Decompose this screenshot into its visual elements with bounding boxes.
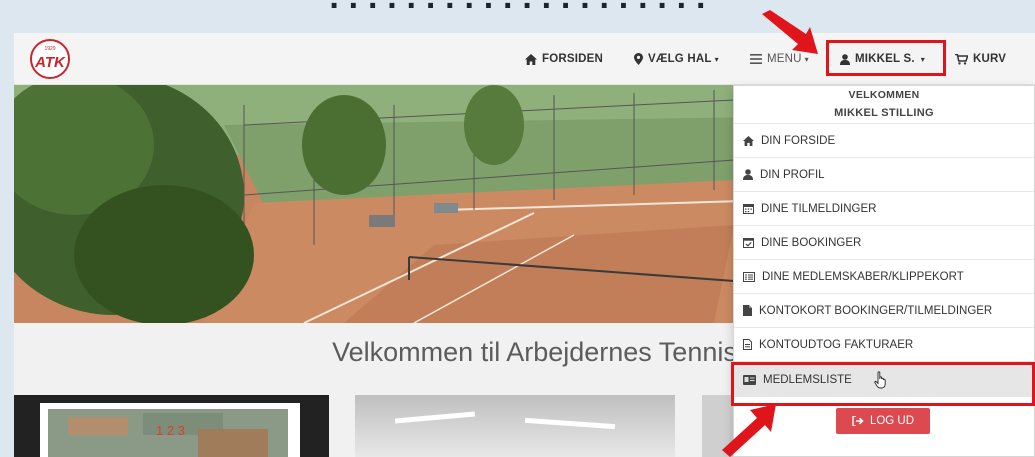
- highlight-box-medlemsliste: [731, 362, 1035, 406]
- navbar: 1929 ATK FORSIDEN VÆLG HAL ▾ MENU ▾ MIKK…: [14, 33, 1035, 85]
- dropdown-item-dine-medlemskaber[interactable]: DINE MEDLEMSKABER/KLIPPEKORT: [734, 259, 1034, 293]
- home-icon: [525, 53, 537, 65]
- card-map-frame: 1 2 3: [40, 403, 300, 457]
- dropdown-item-label: DINE MEDLEMSKABER/KLIPPEKORT: [762, 270, 964, 283]
- map-marker-icon: [634, 53, 643, 65]
- dropdown-item-label: KONTOUDTOG FAKTURAER: [759, 338, 914, 351]
- dropdown-item-label: DINE BOOKINGER: [761, 236, 862, 249]
- card-hall[interactable]: [355, 395, 675, 457]
- dropdown-item-kontoudtog[interactable]: KONTOUDTOG FAKTURAER: [734, 327, 1034, 361]
- logo-year: 1929: [44, 46, 55, 52]
- card-map[interactable]: 1 2 3: [14, 395, 329, 457]
- nav-forsiden-label: FORSIDEN: [542, 53, 604, 65]
- nav-vaelg-hal-label: VÆLG HAL: [648, 53, 712, 65]
- nav-vaelg-hal[interactable]: VÆLG HAL ▾: [634, 33, 719, 85]
- dropdown-item-label: DIN FORSIDE: [761, 134, 836, 147]
- logo-text: ATK: [34, 54, 66, 71]
- dropdown-item-label: DIN PROFIL: [760, 168, 825, 181]
- calendar-icon: [743, 204, 754, 214]
- logout-button[interactable]: LOG UD: [836, 408, 930, 434]
- dropdown-user-name: MIKKEL STILLING: [834, 107, 934, 119]
- nav-forsiden[interactable]: FORSIDEN: [525, 33, 603, 85]
- annotation-arrow-user-menu: [762, 10, 818, 54]
- highlight-box-user-menu: [826, 40, 946, 76]
- file-icon: [743, 305, 752, 316]
- aerial-map-image: 1 2 3: [48, 409, 288, 457]
- sign-out-icon: [852, 416, 864, 426]
- file-outline-icon: [743, 339, 752, 350]
- cart-icon: [955, 53, 968, 65]
- user-icon: [743, 169, 753, 180]
- card-list-icon: [743, 271, 755, 282]
- dropdown-item-label: KONTOKORT BOOKINGER/TILMELDINGER: [759, 304, 993, 317]
- dropdown-item-kontokort[interactable]: KONTOKORT BOOKINGER/TILMELDINGER: [734, 293, 1034, 327]
- nav-kurv[interactable]: KURV: [955, 33, 1006, 85]
- annotation-arrow-medlemsliste: [722, 404, 776, 457]
- calendar-check-icon: [743, 238, 754, 248]
- logout-label: LOG UD: [869, 415, 915, 427]
- dropdown-greeting: VELKOMMEN: [848, 89, 920, 101]
- chevron-down-icon: ▾: [714, 54, 719, 64]
- dropdown-item-din-profil[interactable]: DIN PROFIL: [734, 157, 1034, 191]
- dropdown-item-dine-tilmeldinger[interactable]: DINE TILMELDINGER: [734, 191, 1034, 225]
- tutorial-heading-cutoff: . . . . . . . . . . . . . . . . . . . .: [0, 0, 1035, 18]
- dropdown-item-label: DINE TILMELDINGER: [761, 202, 877, 215]
- dropdown-item-din-forside[interactable]: DIN FORSIDE: [734, 123, 1034, 157]
- dropdown-item-dine-bookinger[interactable]: DINE BOOKINGER: [734, 225, 1034, 259]
- home-icon: [743, 135, 754, 146]
- club-logo[interactable]: 1929 ATK: [26, 38, 74, 80]
- nav-kurv-label: KURV: [973, 53, 1007, 65]
